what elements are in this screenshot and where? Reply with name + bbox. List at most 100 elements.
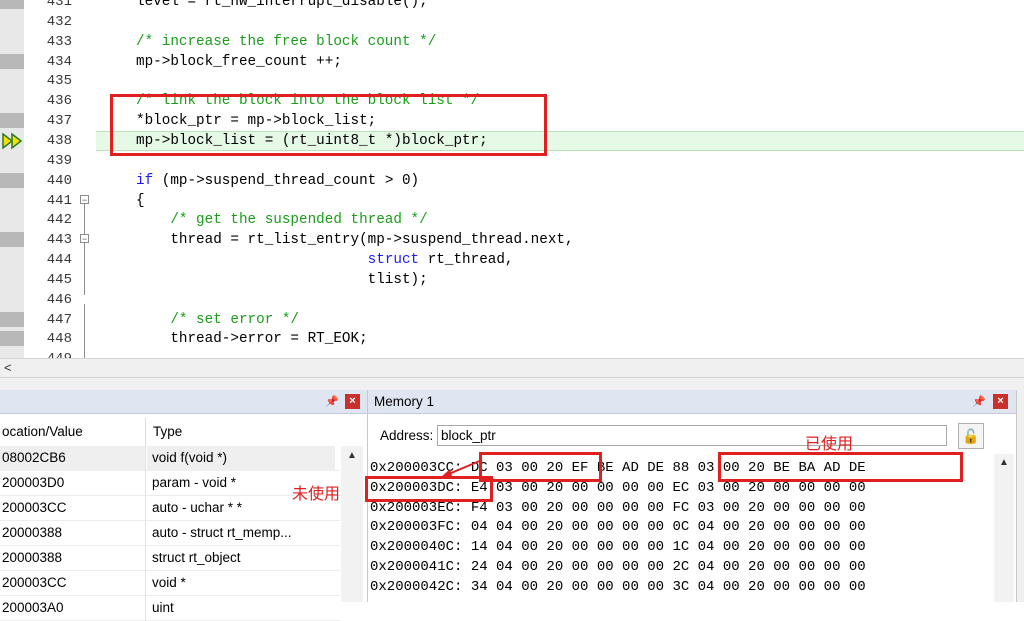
- table-row[interactable]: 200003CC auto - uchar * *: [0, 496, 340, 521]
- line-number: 440: [46, 172, 72, 189]
- code-line[interactable]: 445 tlist);: [0, 270, 1024, 290]
- breakpoint-marker[interactable]: [0, 311, 24, 327]
- address-label: Address:: [380, 428, 434, 443]
- locals-vertical-scrollbar[interactable]: ▲: [341, 446, 363, 602]
- code-text: level = rt_hw_interrupt_disable();: [136, 0, 428, 10]
- table-row[interactable]: 20000388 auto - struct rt_memp...: [0, 521, 340, 546]
- memory-row[interactable]: 0x2000042C: 34 04 00 20 00 00 00 00 3C 0…: [370, 578, 866, 596]
- close-icon[interactable]: ×: [993, 394, 1008, 409]
- fold-guide: [84, 204, 85, 234]
- breakpoint-marker[interactable]: [0, 172, 24, 188]
- code-text: /* set error */: [136, 311, 300, 328]
- breakpoint-marker[interactable]: [0, 331, 24, 347]
- location-value-cell: 200003A0: [0, 596, 146, 621]
- code-text: mp->block_free_count ++;: [136, 53, 342, 70]
- memory-vertical-scrollbar[interactable]: ▲: [994, 454, 1014, 602]
- code-text: if (mp->suspend_thread_count > 0): [136, 172, 420, 189]
- line-number: 438: [46, 132, 72, 149]
- code-line[interactable]: 446: [0, 290, 1024, 310]
- memory-panel-title: Memory 1: [374, 394, 435, 409]
- line-number: 439: [46, 152, 72, 169]
- location-value-cell: 200003D0: [0, 471, 146, 496]
- line-number: 443: [46, 232, 72, 249]
- highlight-box-used-bytes: [718, 452, 963, 482]
- line-number: 433: [46, 33, 72, 50]
- location-value-cell: 200003CC: [0, 496, 146, 521]
- code-line[interactable]: 431 level = rt_hw_interrupt_disable();: [0, 0, 1024, 12]
- table-row[interactable]: 08002CB6 void f(void *): [0, 446, 340, 471]
- code-line[interactable]: 434 mp->block_free_count ++;: [0, 52, 1024, 72]
- code-line[interactable]: 440 if (mp->suspend_thread_count > 0): [0, 171, 1024, 191]
- memory-row[interactable]: 0x200003FC: 04 04 00 20 00 00 00 00 0C 0…: [370, 518, 866, 536]
- code-text: {: [136, 192, 145, 209]
- type-cell: struct rt_object: [152, 550, 241, 565]
- type-cell: void *: [152, 575, 186, 590]
- scroll-up-icon[interactable]: ▲: [347, 450, 357, 461]
- fold-guide: [84, 243, 85, 295]
- line-number: 435: [46, 73, 72, 90]
- code-text: /* increase the free block count */: [136, 33, 437, 50]
- table-row[interactable]: 200003CC void *: [0, 571, 340, 596]
- memory-row[interactable]: 0x2000040C: 14 04 00 20 00 00 00 00 1C 0…: [370, 538, 866, 556]
- code-text: struct rt_thread,: [367, 252, 514, 269]
- address-input[interactable]: block_ptr: [437, 425, 947, 446]
- annotation-unused-label: 未使用: [292, 484, 341, 503]
- highlight-box-code: [110, 94, 547, 156]
- breakpoint-marker[interactable]: [0, 0, 24, 9]
- table-row[interactable]: 20000388 struct rt_object: [0, 546, 340, 571]
- editor-horizontal-scrollbar[interactable]: <: [0, 358, 1024, 378]
- code-line[interactable]: 448 thread->error = RT_EOK;: [0, 329, 1024, 349]
- fold-toggle-441[interactable]: −: [80, 195, 89, 205]
- column-header-type[interactable]: Type: [147, 418, 337, 446]
- breakpoint-marker[interactable]: [0, 53, 24, 69]
- code-editor[interactable]: 431 level = rt_hw_interrupt_disable(); 432…: [0, 0, 1024, 360]
- table-row[interactable]: 200003A0 uint: [0, 596, 340, 621]
- line-number: 444: [46, 252, 72, 269]
- memory-panel-header: Memory 1 📌 ×: [368, 390, 1016, 414]
- code-text: tlist);: [136, 271, 428, 288]
- code-line[interactable]: 447 /* set error */: [0, 310, 1024, 330]
- execution-pointer-icon: [2, 132, 24, 150]
- fold-toggle-443[interactable]: −: [80, 234, 89, 244]
- annotation-used-label: 已使用: [805, 434, 854, 453]
- code-line[interactable]: 443 thread = rt_list_entry(mp->suspend_t…: [0, 230, 1024, 250]
- code-line[interactable]: 442 /* get the suspended thread */: [0, 210, 1024, 230]
- line-number: 442: [46, 212, 72, 229]
- close-icon[interactable]: ×: [345, 394, 360, 409]
- line-number: 436: [46, 93, 72, 110]
- line-number: 447: [46, 311, 72, 328]
- type-cell: auto - struct rt_memp...: [152, 525, 292, 540]
- line-number: 445: [46, 271, 72, 288]
- panel-splitter[interactable]: [0, 378, 1024, 390]
- type-cell: void f(void *): [147, 446, 335, 471]
- code-line[interactable]: 441 {: [0, 191, 1024, 211]
- lock-icon[interactable]: 🔓: [958, 423, 984, 449]
- table-row[interactable]: 200003D0 param - void *: [0, 471, 340, 496]
- location-value-cell: 200003CC: [0, 571, 146, 596]
- pin-icon[interactable]: 📌: [325, 395, 339, 408]
- locals-panel-header: 📌 ×: [0, 390, 367, 414]
- pin-icon[interactable]: 📌: [972, 395, 986, 408]
- line-number: 434: [46, 53, 72, 70]
- memory-row[interactable]: 0x2000041C: 24 04 00 20 00 00 00 00 2C 0…: [370, 558, 866, 576]
- line-number: 431: [46, 0, 72, 10]
- location-value-cell: 08002CB6: [0, 446, 146, 471]
- scroll-left-icon[interactable]: <: [4, 359, 12, 377]
- breakpoint-marker[interactable]: [0, 232, 24, 248]
- line-number: 441: [46, 192, 72, 209]
- code-line[interactable]: 435: [0, 71, 1024, 91]
- code-line[interactable]: 444 struct rt_thread,: [0, 250, 1024, 270]
- code-text: thread->error = RT_EOK;: [136, 331, 368, 348]
- line-number: 446: [46, 291, 72, 308]
- breakpoint-marker[interactable]: [0, 113, 24, 129]
- line-number: 448: [46, 331, 72, 348]
- type-cell: uint: [152, 600, 174, 615]
- code-line[interactable]: 433 /* increase the free block count */: [0, 32, 1024, 52]
- code-line[interactable]: 432: [0, 12, 1024, 32]
- location-value-cell: 20000388: [0, 521, 146, 546]
- memory-panel: Memory 1 📌 × Address: block_ptr 🔓 0x2000…: [365, 390, 1016, 602]
- line-number: 437: [46, 113, 72, 130]
- column-header-location[interactable]: ocation/Value: [0, 418, 146, 446]
- scroll-up-icon[interactable]: ▲: [999, 457, 1009, 468]
- annotation-arrow: [440, 459, 483, 478]
